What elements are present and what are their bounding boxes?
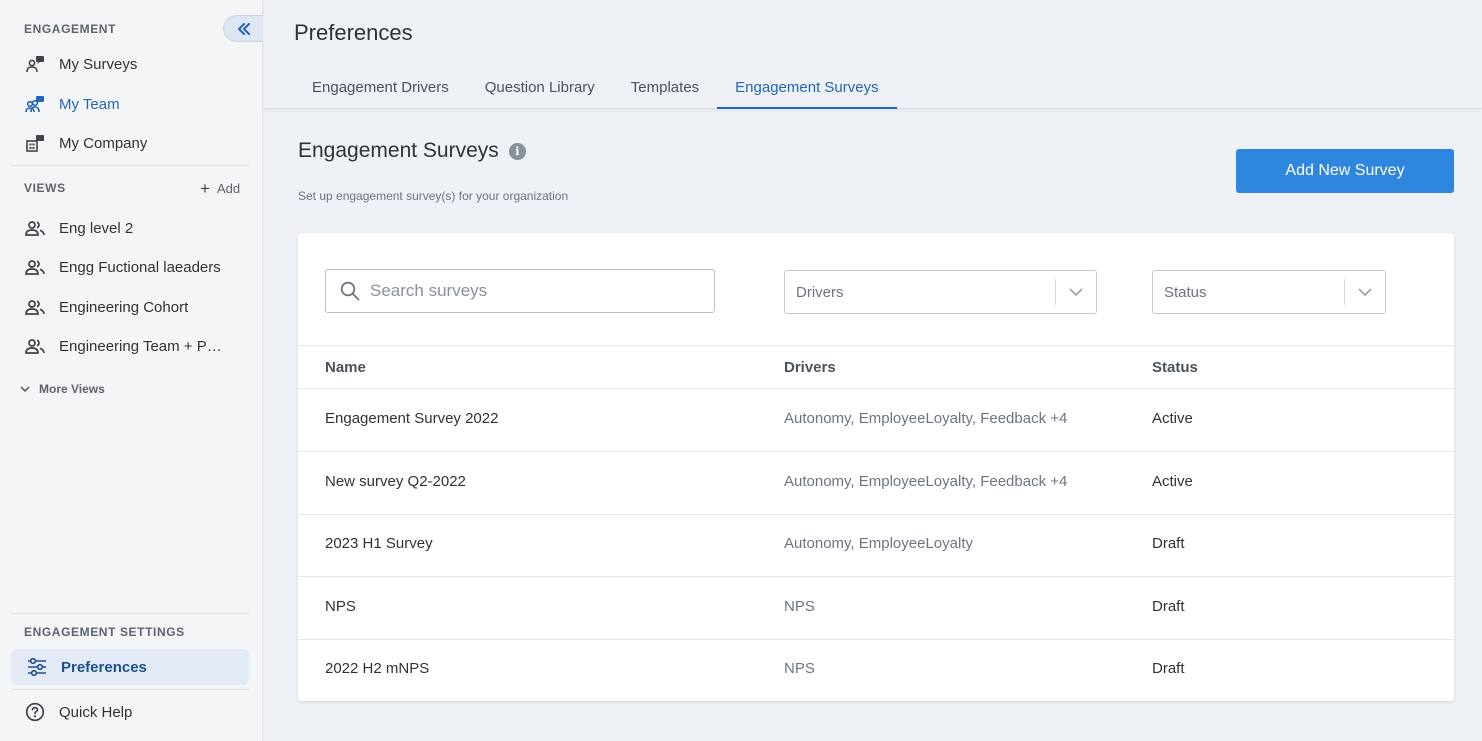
- table-row[interactable]: 2022 H2 mNPS NPS Draft: [298, 639, 1454, 701]
- sidebar-item-label: My Surveys: [59, 55, 138, 73]
- survey-drivers: Autonomy, EmployeeLoyalty: [784, 535, 973, 552]
- team-icon: [24, 93, 46, 115]
- sidebar-item-label: Engineering Cohort: [59, 298, 189, 316]
- survey-status: Active: [1152, 473, 1193, 490]
- column-header-status[interactable]: Status: [1152, 359, 1198, 376]
- sidebar-divider: [11, 613, 249, 614]
- add-new-survey-button[interactable]: Add New Survey: [1236, 149, 1454, 193]
- sidebar-view-engineering-cohort[interactable]: Engineering Cohort: [24, 295, 239, 319]
- sidebar-item-label: Engg Fuctional laeaders: [59, 258, 221, 276]
- info-icon[interactable]: i: [508, 142, 526, 160]
- table-header: Name Drivers Status: [298, 345, 1454, 389]
- sidebar-item-label: Engineering Team + People Team: [59, 337, 229, 355]
- table-row[interactable]: 2023 H1 Survey Autonomy, EmployeeLoyalty…: [298, 514, 1454, 577]
- page-header: Preferences Engagement Drivers Question …: [264, 0, 1482, 109]
- sidebar-item-label: Preferences: [61, 658, 147, 676]
- table-row[interactable]: Engagement Survey 2022 Autonomy, Employe…: [298, 389, 1454, 452]
- tab-templates[interactable]: Templates: [613, 70, 717, 109]
- sidebar-item-quick-help[interactable]: Quick Help: [24, 700, 239, 724]
- survey-drivers: NPS: [784, 598, 815, 615]
- chevron-down-icon[interactable]: [1056, 288, 1096, 296]
- sidebar-view-engg-fuctional-laeaders[interactable]: Engg Fuctional laeaders: [24, 255, 239, 279]
- sidebar: ENGAGEMENT My Surveys My Team My Company…: [0, 0, 263, 741]
- sliders-icon: [26, 656, 48, 678]
- section-heading: Engagement Surveys i: [298, 139, 526, 163]
- people-icon: [24, 335, 46, 357]
- views-section-title: VIEWS: [24, 181, 66, 195]
- survey-status: Draft: [1152, 660, 1185, 677]
- more-views-label: More Views: [39, 382, 105, 396]
- add-view-button[interactable]: + Add: [200, 180, 240, 197]
- status-select[interactable]: Status: [1152, 270, 1386, 314]
- search-input[interactable]: [370, 281, 700, 301]
- sidebar-item-my-company[interactable]: My Company: [24, 131, 239, 155]
- section-subtitle: Set up engagement survey(s) for your org…: [298, 189, 569, 203]
- sidebar-divider: [11, 165, 249, 166]
- more-views-toggle[interactable]: More Views: [20, 382, 105, 396]
- survey-status: Draft: [1152, 535, 1185, 552]
- chevron-down-icon[interactable]: [1345, 288, 1385, 296]
- add-view-label: Add: [216, 181, 241, 196]
- table-row[interactable]: New survey Q2-2022 Autonomy, EmployeeLoy…: [298, 452, 1454, 515]
- engagement-section-title: ENGAGEMENT: [24, 22, 117, 36]
- survey-name: Engagement Survey 2022: [325, 410, 499, 427]
- sidebar-item-my-surveys[interactable]: My Surveys: [24, 52, 239, 76]
- survey-status: Draft: [1152, 598, 1185, 615]
- people-icon: [24, 217, 46, 239]
- column-header-drivers[interactable]: Drivers: [784, 359, 836, 376]
- table-row[interactable]: NPS NPS Draft: [298, 577, 1454, 640]
- tab-engagement-surveys[interactable]: Engagement Surveys: [717, 70, 897, 109]
- sidebar-view-engineering-team-people[interactable]: Engineering Team + People Team: [24, 334, 239, 358]
- sidebar-view-eng-level-2[interactable]: Eng level 2: [24, 216, 239, 240]
- double-chevron-left-icon: [237, 22, 250, 35]
- plus-icon: +: [200, 179, 210, 198]
- survey-name: NPS: [325, 598, 356, 615]
- search-box[interactable]: [325, 269, 715, 313]
- search-icon: [340, 281, 360, 301]
- sidebar-item-label: My Team: [59, 95, 120, 113]
- sidebar-item-label: My Company: [59, 134, 148, 152]
- status-select-value: Status: [1164, 283, 1207, 301]
- sidebar-item-preferences[interactable]: Preferences: [11, 649, 249, 685]
- settings-section-title: ENGAGEMENT SETTINGS: [24, 625, 185, 639]
- help-icon: [24, 701, 46, 723]
- surveys-icon: [24, 53, 46, 75]
- sidebar-divider: [11, 689, 249, 690]
- survey-name: 2023 H1 Survey: [325, 535, 433, 552]
- survey-drivers: NPS: [784, 660, 815, 677]
- survey-drivers: Autonomy, EmployeeLoyalty, Feedback +4: [784, 410, 1068, 427]
- survey-drivers: Autonomy, EmployeeLoyalty, Feedback +4: [784, 473, 1068, 490]
- survey-status: Active: [1152, 410, 1193, 427]
- column-header-name[interactable]: Name: [325, 359, 366, 376]
- survey-name: 2022 H2 mNPS: [325, 660, 430, 677]
- people-icon: [24, 296, 46, 318]
- drivers-select[interactable]: Drivers: [784, 270, 1097, 314]
- section-title: Engagement Surveys: [298, 139, 499, 162]
- chevron-down-icon: [20, 385, 30, 392]
- people-icon: [24, 256, 46, 278]
- collapse-sidebar-button[interactable]: [223, 15, 263, 42]
- sidebar-item-label: Eng level 2: [59, 219, 134, 237]
- tab-engagement-drivers[interactable]: Engagement Drivers: [294, 70, 467, 109]
- tab-bar: Engagement Drivers Question Library Temp…: [294, 70, 897, 109]
- tab-question-library[interactable]: Question Library: [467, 70, 613, 109]
- company-icon: [24, 132, 46, 154]
- sidebar-item-my-team[interactable]: My Team: [24, 92, 239, 116]
- page-title: Preferences: [294, 20, 413, 45]
- survey-name: New survey Q2-2022: [325, 473, 466, 490]
- drivers-select-value: Drivers: [796, 283, 844, 301]
- surveys-card: Drivers Status Name Drivers Status Engag…: [298, 233, 1454, 701]
- sidebar-item-label: Quick Help: [59, 703, 133, 721]
